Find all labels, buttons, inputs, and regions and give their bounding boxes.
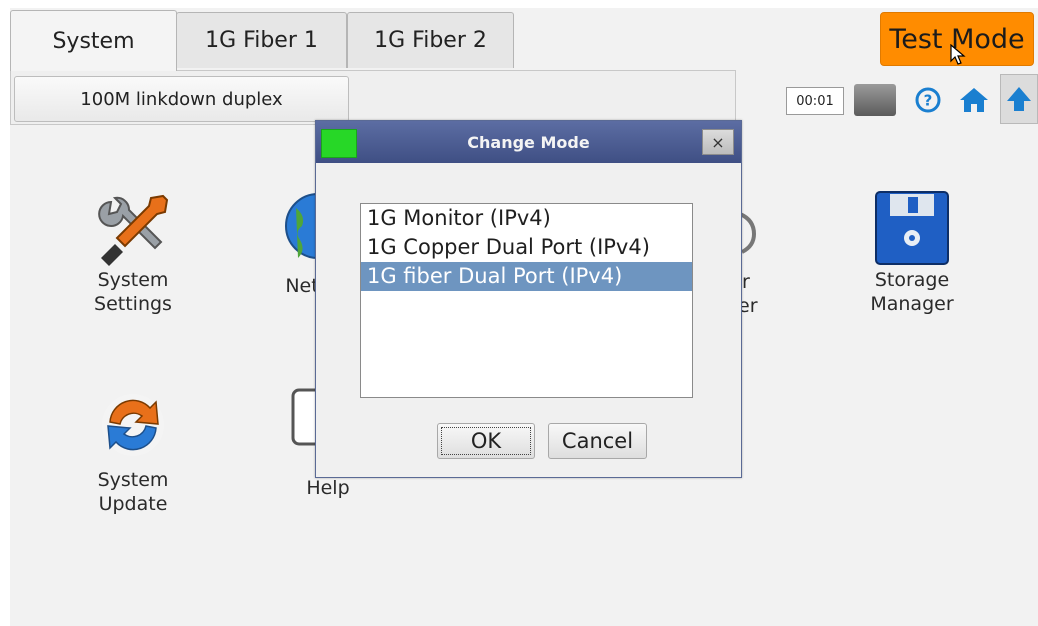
refresh-icon [102,394,164,456]
link-status-button[interactable]: 100M linkdown duplex [14,76,349,122]
up-arrow-icon [1007,87,1031,111]
close-button[interactable]: × [702,129,734,155]
battery-icon [854,84,896,116]
close-icon: × [711,132,725,152]
list-item-selected[interactable]: 1G fiber Dual Port (IPv4) [361,262,692,291]
app-label: Manager [870,293,954,315]
floppy-disk-icon [875,191,949,265]
list-item[interactable]: 1G Monitor (IPv4) [361,204,692,233]
app-system-settings[interactable]: System Settings [78,190,188,316]
app-label: Update [98,493,168,515]
app-label: Help [306,477,350,499]
mode-listbox[interactable]: 1G Monitor (IPv4) 1G Copper Dual Port (I… [360,203,693,398]
cancel-label: Cancel [561,429,634,453]
app-system-update[interactable]: System Update [78,390,188,516]
app-label: Settings [94,293,172,315]
ok-label: OK [470,429,502,453]
app-storage-manager[interactable]: Storage Manager [850,190,974,316]
tab-label: 1G Fiber 1 [205,28,318,53]
tab-system[interactable]: System [10,10,177,71]
home-icon[interactable] [958,84,990,116]
dialog-title: Change Mode [467,132,590,152]
help-icon[interactable]: ? [912,84,944,116]
list-item[interactable]: 1G Copper Dual Port (IPv4) [361,233,692,262]
ok-button[interactable]: OK [437,423,535,459]
app-label: Storage [874,269,950,291]
svg-text:?: ? [924,92,933,110]
app-label: System [97,469,169,491]
cancel-button[interactable]: Cancel [548,423,647,459]
timer-display: 00:01 [786,87,844,115]
change-mode-dialog: Change Mode × 1G Monitor (IPv4) 1G Coppe… [315,120,742,478]
link-status-label: 100M linkdown duplex [80,88,283,110]
mouse-cursor-icon [950,44,966,65]
up-arrow-button[interactable] [1000,74,1038,124]
tab-label: System [52,28,135,54]
tab-1g-fiber-1[interactable]: 1G Fiber 1 [176,12,347,68]
tab-1g-fiber-2[interactable]: 1G Fiber 2 [347,12,514,68]
wrench-screwdriver-icon [98,194,169,266]
app-label: System [97,269,169,291]
timer-value: 00:01 [796,93,834,109]
tab-label: 1G Fiber 2 [374,28,487,53]
